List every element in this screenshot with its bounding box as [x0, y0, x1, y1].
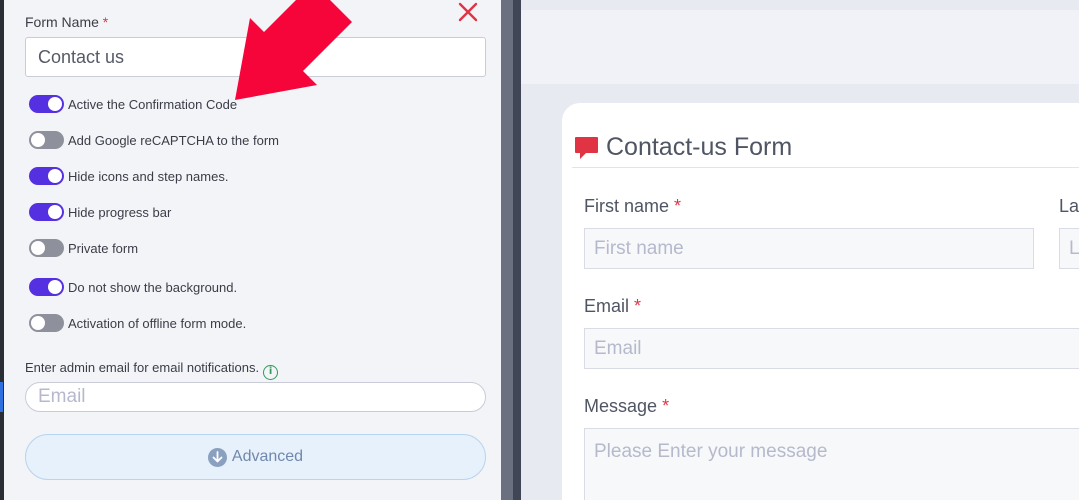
email-label: Email *: [584, 296, 641, 317]
last-name-placeholder: L: [1069, 237, 1079, 259]
admin-email-input[interactable]: [25, 382, 486, 412]
toggle-knob: [31, 316, 45, 330]
annotation-arrow-icon: [235, 0, 352, 100]
toggle-row-hide-icons[interactable]: Hide icons and step names.: [29, 166, 228, 186]
advanced-button[interactable]: Advanced: [25, 434, 486, 480]
required-mark: *: [674, 196, 682, 216]
toggle-row-hide-background[interactable]: Do not show the background.: [29, 277, 237, 297]
close-button[interactable]: [456, 0, 480, 24]
toggle-row-hide-progress[interactable]: Hide progress bar: [29, 202, 171, 222]
title-divider: [572, 167, 1079, 168]
required-mark: *: [102, 14, 109, 30]
panel-scrollbar[interactable]: [501, 0, 513, 500]
admin-email-label-text: Enter admin email for email notification…: [25, 360, 260, 375]
last-name-label-text: La: [1059, 196, 1079, 216]
toggle-label: Private form: [68, 240, 139, 256]
arrow-down-circle-icon: [207, 447, 227, 467]
email-label-text: Email: [584, 296, 630, 316]
admin-email-label: Enter admin email for email notification…: [25, 360, 279, 380]
toggle-label: Hide progress bar: [68, 204, 172, 220]
panel-divider: [513, 0, 521, 500]
email-placeholder: Email: [594, 337, 642, 359]
toggle-switch[interactable]: [29, 95, 64, 113]
toggle-label: Add Google reCAPTCHA to the form: [68, 132, 279, 148]
required-mark: *: [662, 396, 670, 416]
form-name-label-text: Form Name: [25, 14, 99, 30]
first-name-input[interactable]: First name: [584, 228, 1034, 269]
close-icon[interactable]: [456, 0, 480, 24]
toggle-knob: [48, 169, 62, 183]
advanced-label: Advanced: [231, 448, 304, 465]
toggle-switch[interactable]: [29, 314, 64, 332]
message-placeholder: Please Enter your message: [594, 441, 828, 462]
message-textarea[interactable]: Please Enter your message: [584, 428, 1079, 500]
form-name-label: Form Name *: [25, 14, 108, 30]
toggle-label: Hide icons and step names.: [68, 168, 229, 184]
toggle-knob: [48, 97, 62, 111]
info-icon[interactable]: i: [263, 365, 279, 380]
toggle-switch[interactable]: [29, 131, 64, 149]
preview-top-bar: [521, 10, 1079, 84]
toggle-switch[interactable]: [29, 203, 64, 221]
toggle-row-private-form[interactable]: Private form: [29, 238, 138, 258]
toggle-switch[interactable]: [29, 239, 64, 257]
toggle-knob: [48, 205, 62, 219]
form-preview-card: Contact-us Form First name * First name …: [562, 103, 1079, 500]
toggle-knob: [48, 280, 62, 294]
toggle-label: Do not show the background.: [68, 279, 238, 295]
first-name-label-text: First name: [584, 196, 670, 216]
last-name-label: La: [1059, 196, 1079, 217]
chat-bubble-icon: [575, 136, 598, 159]
panel-edge-handle[interactable]: [0, 382, 3, 412]
toggle-switch[interactable]: [29, 278, 64, 296]
toggle-label: Activation of offline form mode.: [68, 315, 247, 331]
message-label-text: Message: [584, 396, 658, 416]
form-title: Contact-us Form: [606, 133, 793, 161]
first-name-placeholder: First name: [594, 237, 684, 259]
toggle-knob: [31, 133, 45, 147]
toggle-row-recaptcha[interactable]: Add Google reCAPTCHA to the form: [29, 130, 279, 150]
toggle-knob: [31, 241, 45, 255]
message-label: Message *: [584, 396, 669, 417]
first-name-label: First name *: [584, 196, 681, 217]
required-mark: *: [634, 296, 642, 316]
form-title-row: Contact-us Form: [572, 133, 792, 162]
email-input[interactable]: Email: [584, 328, 1079, 369]
toggle-row-offline-mode[interactable]: Activation of offline form mode.: [29, 313, 246, 333]
toggle-switch[interactable]: [29, 167, 64, 185]
last-name-input[interactable]: L: [1059, 228, 1079, 269]
